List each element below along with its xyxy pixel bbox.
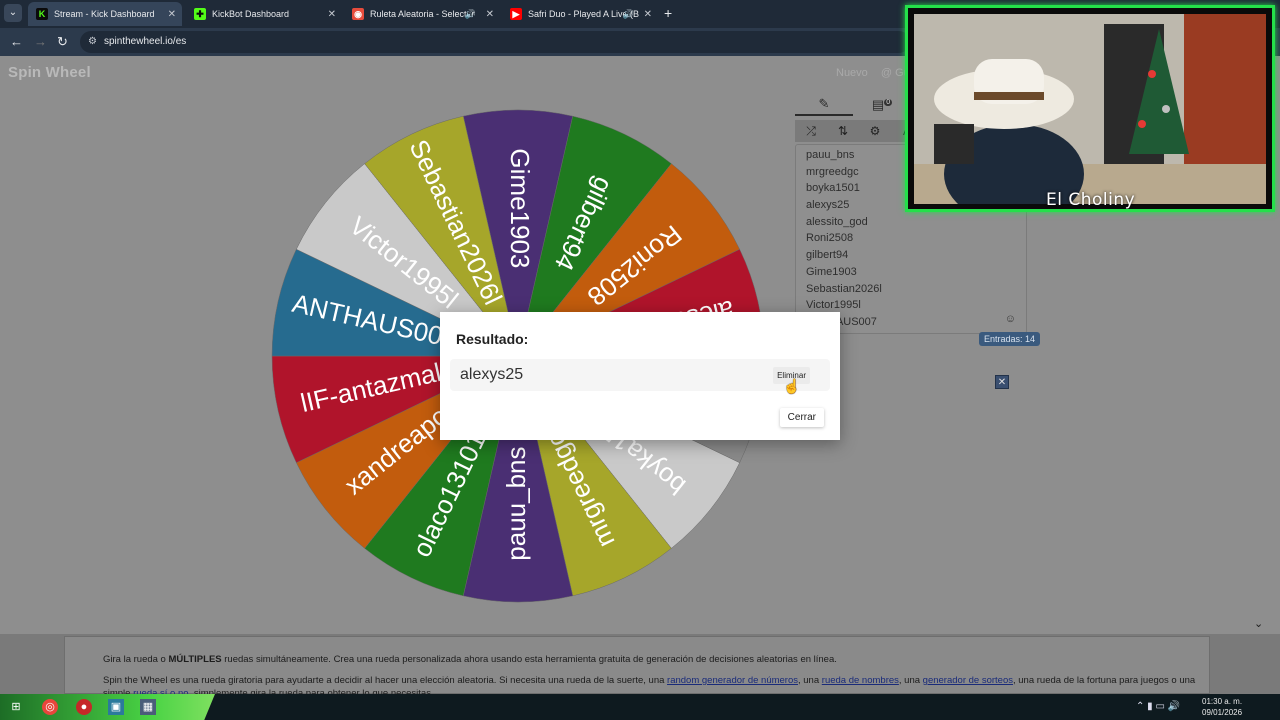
- kickbot-icon: ✚: [194, 8, 206, 20]
- youtube-icon: ▶: [510, 8, 522, 20]
- app-icon[interactable]: ▣: [108, 699, 124, 715]
- mouse-cursor-icon: ☝: [783, 378, 801, 394]
- clock-date: 09/01/2026: [1202, 708, 1243, 717]
- settings-icon[interactable]: ⚙: [859, 124, 891, 138]
- speaker-icon[interactable]: 🔊: [465, 9, 476, 20]
- tab-safri-duo[interactable]: ▶ Safri Duo - Played A Live (B 🔊 ✕: [502, 2, 658, 26]
- close-icon[interactable]: ✕: [168, 9, 176, 20]
- wheel-segment-label: Gime1903: [505, 148, 535, 268]
- tab-kickbot-dashboard[interactable]: ✚ KickBot Dashboard ✕: [186, 2, 342, 26]
- forward-icon[interactable]: →: [34, 34, 47, 49]
- windows-start-icon[interactable]: ⊞: [8, 699, 24, 715]
- entries-count-badge: Entradas: 14: [979, 332, 1041, 346]
- kick-icon: K: [36, 8, 48, 20]
- chevron-down-icon[interactable]: ⌄: [1254, 617, 1263, 630]
- info-line-1: Gira la rueda o MÚLTIPLES ruedas simultá…: [103, 649, 1209, 670]
- tab-title: Stream - Kick Dashboard: [54, 9, 155, 19]
- new-tab-icon[interactable]: +: [664, 5, 672, 21]
- site-logo[interactable]: Spin Wheel: [8, 64, 91, 81]
- info-text-part: Gira la rueda o: [103, 654, 169, 665]
- results-icon[interactable]: ▤ 0: [853, 97, 911, 113]
- close-icon[interactable]: ✕: [328, 9, 336, 20]
- dialog-title: Resultado:: [456, 331, 529, 347]
- result-box: alexys25 Eliminar: [450, 359, 830, 391]
- reload-icon[interactable]: ↻: [57, 34, 68, 50]
- tab-title: Ruleta Aleatoria - Selector: [370, 9, 475, 19]
- result-dialog: Resultado: alexys25 Eliminar Cerrar: [440, 312, 840, 440]
- site-info-icon[interactable]: ⚙: [88, 31, 97, 53]
- list-item: Roni2508: [806, 232, 854, 245]
- number-generator-link[interactable]: random generador de números: [667, 675, 798, 686]
- streamer-name: El Choliny: [1046, 190, 1136, 210]
- raffle-generator-link[interactable]: generador de sorteos: [923, 675, 1013, 686]
- system-tray[interactable]: ⌃ ▮ ▭ 🔊: [1136, 701, 1180, 712]
- url-field[interactable]: ⚙ spinthewheel.io/es: [80, 31, 910, 53]
- results-badge: 0: [884, 98, 893, 106]
- list-item: Gime1903: [806, 265, 857, 278]
- taskbar: ⊞ ◎ ● ▣ ▦ ⌃ ▮ ▭ 🔊 01:30 a. m. 09/01/2026: [0, 694, 1280, 720]
- info-section: Gira la rueda o MÚLTIPLES ruedas simultá…: [0, 634, 1280, 699]
- speaker-icon[interactable]: 🔊: [623, 9, 634, 20]
- webcam-overlay: El Choliny: [905, 5, 1275, 212]
- info-text-part: , una: [898, 675, 923, 686]
- wheel-segment-label: pauu_bns: [501, 446, 531, 560]
- close-icon[interactable]: ✕: [995, 375, 1009, 389]
- wheel-icon: ◉: [352, 8, 364, 20]
- shuffle-icon[interactable]: ⤮: [795, 124, 827, 139]
- calculator-icon[interactable]: ▦: [140, 699, 156, 715]
- info-text-part: , una: [798, 675, 822, 686]
- tab-search-icon[interactable]: ⌄: [4, 4, 22, 22]
- close-icon[interactable]: ✕: [486, 9, 494, 20]
- tab-ruleta-aleatoria[interactable]: ◉ Ruleta Aleatoria - Selector 🔊 ✕: [344, 2, 500, 26]
- edit-icon[interactable]: ✎: [795, 94, 853, 116]
- list-item: Sebastian2026l: [806, 282, 882, 295]
- webcam-image: [914, 14, 1266, 209]
- close-button[interactable]: Cerrar: [779, 408, 824, 427]
- tab-kick-dashboard[interactable]: K Stream - Kick Dashboard ✕: [28, 2, 182, 26]
- info-text-part: , una rueda de la fortuna para juegos o …: [1012, 675, 1196, 686]
- clock[interactable]: 01:30 a. m. 09/01/2026: [1202, 696, 1242, 718]
- list-item: gilbert94: [806, 249, 849, 262]
- info-text-part: ruedas simultáneamente. Crea una rueda p…: [221, 654, 837, 665]
- info-bold: MÚLTIPLES: [168, 654, 222, 665]
- chrome-icon[interactable]: ◎: [42, 699, 58, 715]
- webcam-video: [914, 14, 1266, 209]
- sort-icon[interactable]: ⇅: [827, 124, 859, 138]
- name-wheel-link[interactable]: rueda de nombres: [822, 675, 899, 686]
- url-text: spinthewheel.io/es: [104, 36, 187, 47]
- clock-time: 01:30 a. m.: [1202, 697, 1243, 706]
- list-item: alessito_god: [806, 215, 868, 228]
- new-link[interactable]: Nuevo: [836, 67, 868, 79]
- info-text: Gira la rueda o MÚLTIPLES ruedas simultá…: [64, 636, 1210, 699]
- tab-title: KickBot Dashboard: [212, 9, 290, 19]
- emoji-icon[interactable]: ☺: [1005, 313, 1016, 325]
- back-icon[interactable]: ←: [10, 34, 23, 49]
- close-icon[interactable]: ✕: [644, 9, 652, 20]
- result-name: alexys25: [460, 366, 524, 383]
- app-icon[interactable]: ●: [76, 699, 92, 715]
